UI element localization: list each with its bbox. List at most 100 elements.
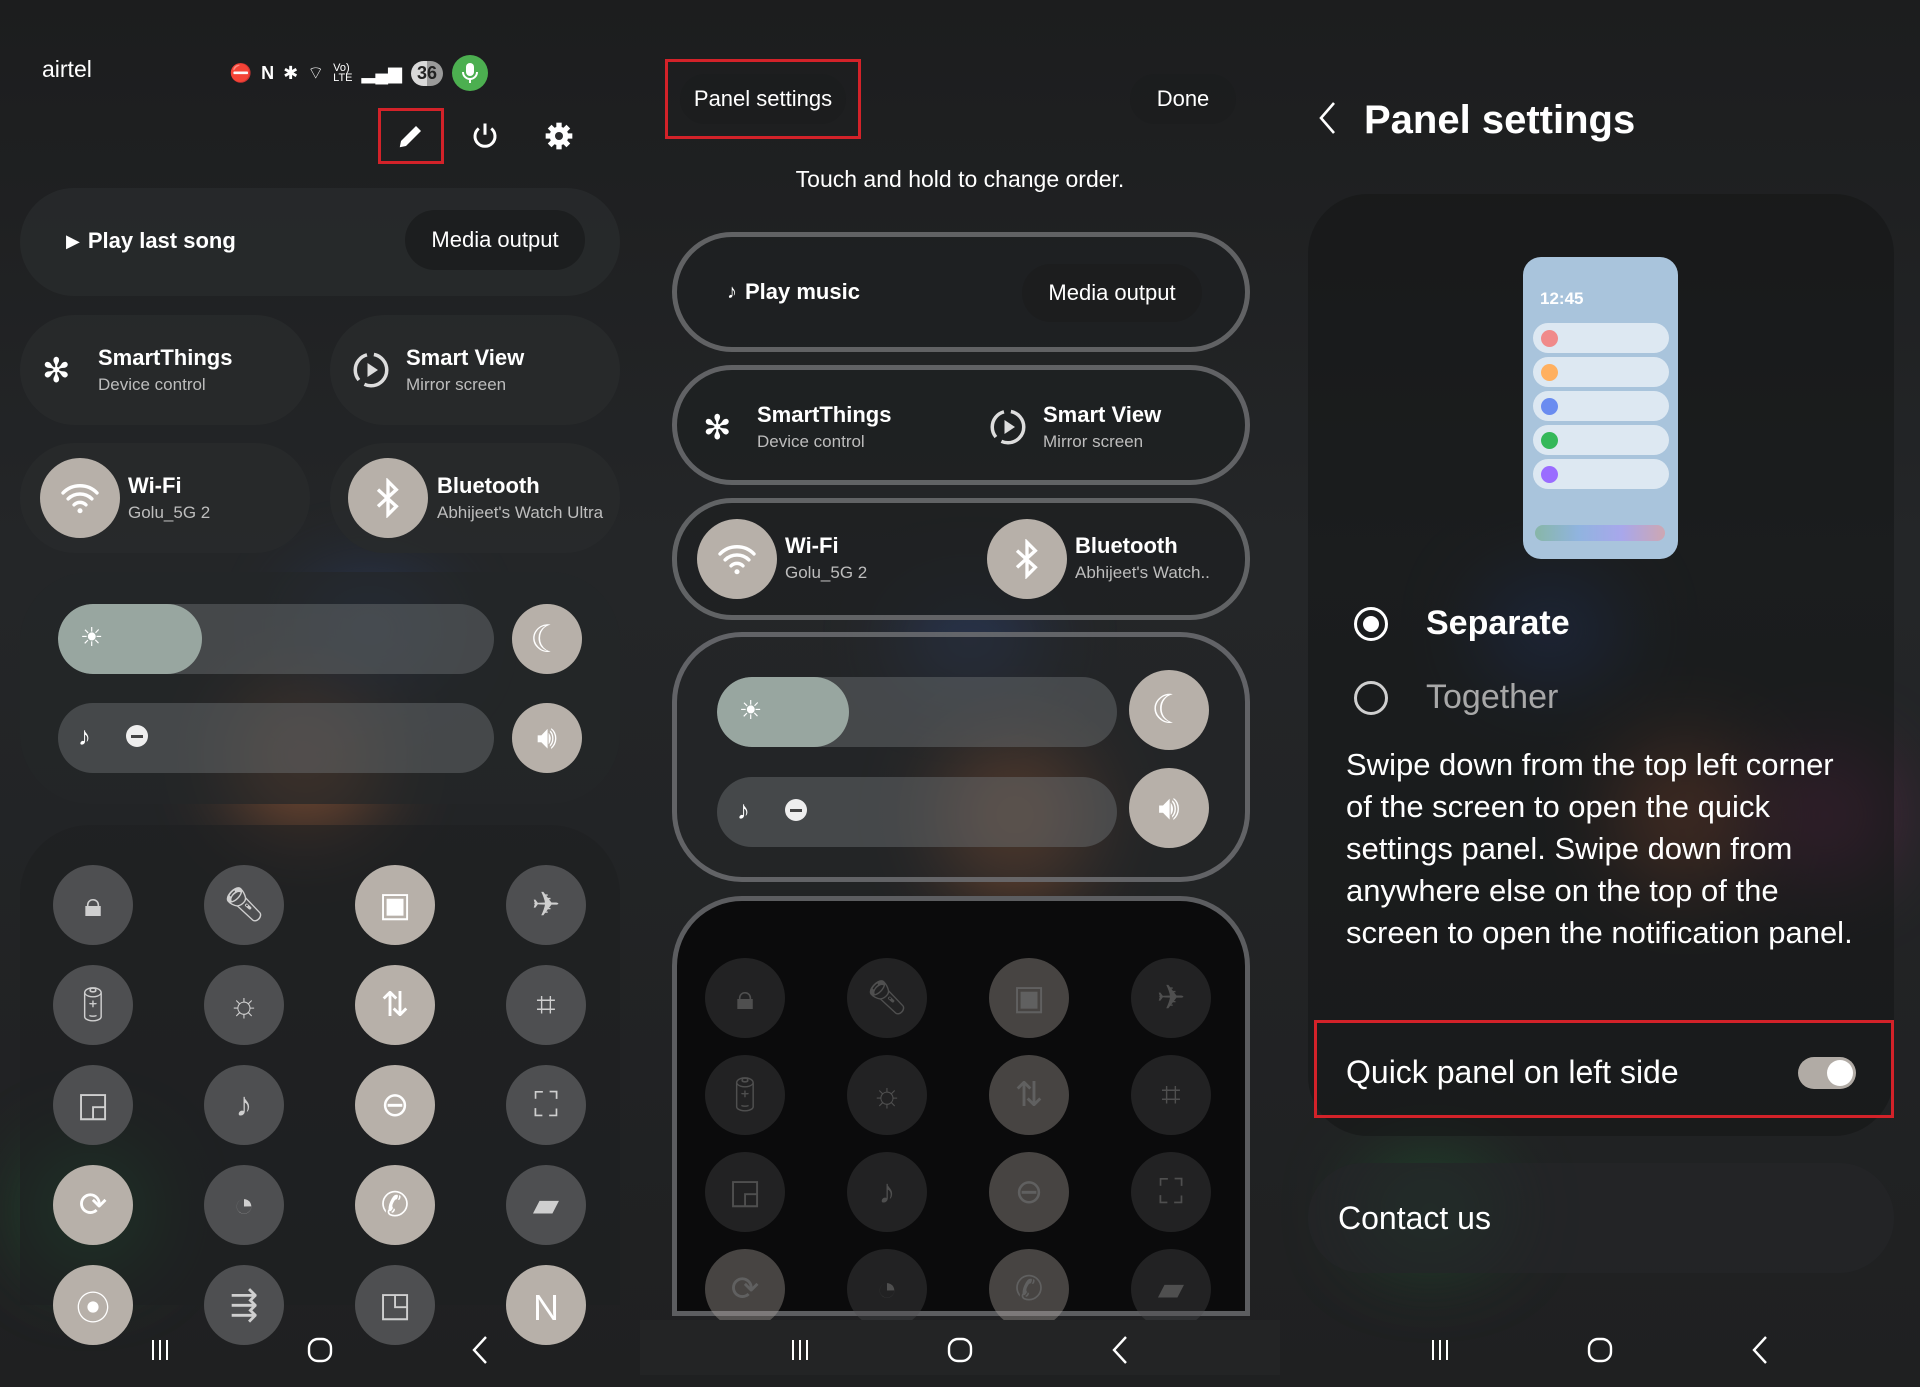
recent-apps-button[interactable] — [130, 1332, 190, 1368]
quick-tile[interactable]: ▣ — [989, 958, 1069, 1038]
quick-tile[interactable]: ☼ — [204, 965, 284, 1045]
panel-settings-screen: Panel settings 12:45 Separate Together S… — [1280, 0, 1920, 1387]
volte-icon: Vo) LTE — [333, 62, 353, 84]
power-button[interactable] — [462, 113, 508, 159]
back-button[interactable] — [1090, 1332, 1150, 1368]
dark-mode-button[interactable]: ☾ — [512, 604, 582, 674]
smart-row[interactable]: ✻ SmartThings Device control Smart View … — [672, 365, 1250, 485]
quick-tile[interactable]: ✈ — [1131, 958, 1211, 1038]
quick-tile[interactable]: 🔒︎ — [705, 958, 785, 1038]
quick-tile[interactable]: ✆ — [355, 1165, 435, 1245]
preview-app-dot — [1541, 466, 1558, 483]
media-output-button[interactable]: Media output — [1022, 264, 1202, 322]
quick-tile[interactable]: ⇅ — [989, 1055, 1069, 1135]
quick-tile[interactable]: ◲ — [53, 1065, 133, 1145]
recent-apps-button[interactable] — [770, 1332, 830, 1368]
back-button[interactable] — [1316, 100, 1338, 141]
quick-tile[interactable]: ⛶ — [506, 1065, 586, 1145]
quick-tile[interactable]: 🔦︎ — [847, 958, 927, 1038]
bluetooth-tile[interactable]: Bluetooth Abhijeet's Watch Ultra — [330, 443, 620, 553]
dark-mode-button[interactable]: ☾ — [1129, 670, 1209, 750]
wifi-tile[interactable]: Wi-Fi Golu_5G 2 — [20, 443, 310, 553]
radio-unselected-icon[interactable] — [1354, 680, 1388, 715]
dnd-icon — [126, 725, 148, 747]
bluetooth-toggle[interactable] — [987, 519, 1067, 599]
quick-tile[interactable]: ♪ — [847, 1152, 927, 1232]
volume-slider[interactable]: ♪ — [717, 777, 1117, 847]
done-button[interactable]: Done — [1130, 74, 1236, 124]
back-icon — [1752, 1336, 1767, 1364]
screen-recorder-icon: ⛶ — [1159, 1172, 1183, 1211]
quick-tile[interactable]: ▰ — [506, 1165, 586, 1245]
recent-apps-button[interactable] — [1410, 1332, 1470, 1368]
quick-tile[interactable]: ▣ — [355, 865, 435, 945]
navigation-bar — [0, 1332, 640, 1368]
smart-view-title: Smart View — [406, 345, 525, 370]
device-link-icon: ▣ — [378, 886, 412, 924]
quick-tile[interactable]: ⌗ — [1131, 1055, 1211, 1135]
quick-tile[interactable]: 🔋︎ — [705, 1055, 785, 1135]
wifi-toggle[interactable] — [697, 519, 777, 599]
quick-tile[interactable]: ◲ — [705, 1152, 785, 1232]
quick-tile[interactable]: 🔒︎ — [53, 865, 133, 945]
contact-us-button[interactable]: Contact us — [1308, 1163, 1894, 1273]
play-last-song-button[interactable]: ▶ Play last song — [66, 228, 236, 254]
quick-tile[interactable]: ⊖ — [355, 1065, 435, 1145]
quick-tiles-grid[interactable]: 🔒︎ 🔦︎ ▣ ✈ 🔋︎ ☼ ⇅ ⌗ ◲ ♪ ⊖ ⛶ ⟳ ◔ ✆ ▰ — [672, 896, 1250, 1329]
nfc-icon: N — [261, 62, 275, 83]
quick-tile[interactable]: ♪ — [204, 1065, 284, 1145]
home-button[interactable] — [930, 1332, 990, 1368]
music-note-icon: ♪ — [727, 280, 737, 303]
quick-tile[interactable]: ✆ — [989, 1249, 1069, 1329]
preview-notification-row — [1533, 357, 1669, 387]
volume-slider[interactable]: ♪ — [58, 703, 494, 773]
sliders-card[interactable]: ☀ ☾ ♪ 🔊︎ — [672, 632, 1250, 882]
brightness-slider[interactable]: ☀ — [58, 604, 494, 674]
back-icon — [472, 1336, 487, 1364]
quick-tile[interactable]: ▰ — [1131, 1249, 1211, 1329]
media-output-button[interactable]: Media output — [405, 210, 585, 270]
quick-tile[interactable]: ⇅ — [355, 965, 435, 1045]
volume-button[interactable]: 🔊︎ — [512, 703, 582, 773]
wifi-calling-icon: ✆ — [1014, 1270, 1044, 1308]
smart-view-tile[interactable]: Smart View Mirror screen — [330, 315, 620, 425]
preview-dock — [1535, 525, 1665, 541]
do-not-disturb-icon: ⊖ — [1014, 1173, 1044, 1211]
do-not-disturb-icon: ⛔ — [229, 62, 253, 83]
speaker-icon: 🔊︎ — [536, 719, 558, 755]
quick-tile[interactable]: ⛶ — [1131, 1152, 1211, 1232]
back-button[interactable] — [450, 1332, 510, 1368]
option-separate[interactable]: Separate — [1354, 604, 1570, 643]
moon-icon: ☾ — [529, 618, 565, 661]
volume-button[interactable]: 🔊︎ — [1129, 768, 1209, 848]
home-button[interactable] — [290, 1332, 350, 1368]
quick-tile[interactable]: ☼ — [847, 1055, 927, 1135]
radio-selected-icon[interactable] — [1354, 606, 1388, 641]
quick-tile[interactable]: ⊖ — [989, 1152, 1069, 1232]
quick-tile[interactable]: ◔ — [204, 1165, 284, 1245]
quick-tile[interactable]: 🔋︎ — [53, 965, 133, 1045]
connectivity-row[interactable]: Wi-Fi Golu_5G 2 Bluetooth Abhijeet's Wat… — [672, 498, 1250, 620]
quick-tile[interactable]: ✈ — [506, 865, 586, 945]
bluetooth-toggle[interactable] — [348, 458, 428, 538]
back-button[interactable] — [1730, 1332, 1790, 1368]
smartthings-tile[interactable]: ✻ SmartThings Device control — [20, 315, 310, 425]
media-card[interactable]: ♪ Play music Media output — [672, 232, 1250, 352]
eye-comfort-icon: ☼ — [871, 1075, 903, 1114]
brightness-slider[interactable]: ☀ — [717, 677, 1117, 747]
recent-apps-icon — [792, 1340, 808, 1360]
bluetooth-icon: ✱ — [283, 62, 299, 83]
quick-tile[interactable]: ⌗ — [506, 965, 586, 1045]
bluetooth-device: Abhijeet's Watch.. — [1075, 563, 1210, 582]
quick-tile[interactable]: ⟳ — [705, 1249, 785, 1329]
quick-tile[interactable]: ◔ — [847, 1249, 927, 1329]
page-title: Panel settings — [1364, 98, 1636, 142]
wifi-toggle[interactable] — [40, 458, 120, 538]
quick-tile[interactable]: 🔦︎ — [204, 865, 284, 945]
quick-tile[interactable]: ⟳ — [53, 1165, 133, 1245]
highlight-box — [665, 59, 861, 139]
option-together[interactable]: Together — [1354, 678, 1558, 717]
settings-button[interactable] — [536, 113, 582, 159]
home-button[interactable] — [1570, 1332, 1630, 1368]
qr-scanner-icon: ⌗ — [536, 985, 556, 1024]
